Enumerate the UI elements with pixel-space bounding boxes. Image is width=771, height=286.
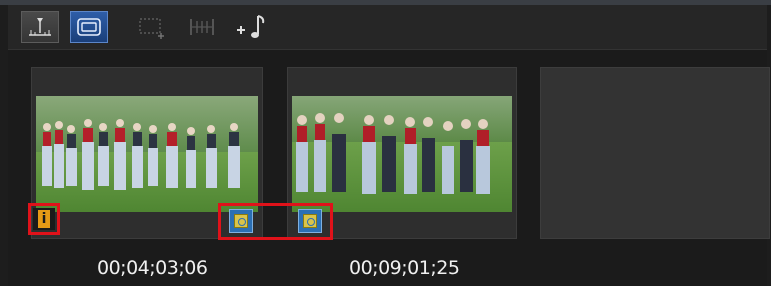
dancers-image xyxy=(296,113,490,194)
info-glyph: i xyxy=(38,210,50,228)
add-clip-frame-button[interactable] xyxy=(133,11,171,43)
clip-thumbnail-1 xyxy=(36,96,258,212)
dancers-image xyxy=(42,119,240,190)
storyboard-view-icon xyxy=(76,16,102,38)
add-music-button[interactable] xyxy=(232,11,270,43)
clip-thumbnail-2 xyxy=(292,96,512,212)
split-markers-icon xyxy=(186,16,218,38)
split-markers-button[interactable] xyxy=(183,11,221,43)
transition-out-icon[interactable] xyxy=(229,209,253,233)
storyboard-view-button[interactable] xyxy=(70,11,108,43)
storyboard-empty-slot[interactable] xyxy=(540,67,770,239)
timeline-view-icon xyxy=(27,16,53,38)
info-icon[interactable]: i xyxy=(33,208,55,230)
add-clip-frame-icon xyxy=(137,15,167,39)
transition-in-icon[interactable] xyxy=(298,209,322,233)
timeline-view-button[interactable] xyxy=(21,11,59,43)
clip-duration-2: 00;09;01;25 xyxy=(349,257,460,279)
add-music-icon xyxy=(234,13,268,41)
storyboard-strip: i 00;04;03;06 00;09;01;25 xyxy=(8,50,770,286)
clip-duration-1: 00;04;03;06 xyxy=(97,257,208,279)
storyboard-toolbar xyxy=(8,5,767,50)
